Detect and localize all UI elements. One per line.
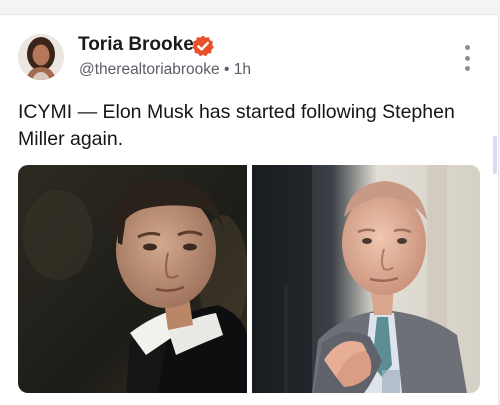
scrollbar-thumb[interactable]: [493, 136, 497, 174]
more-dot-icon: [464, 45, 470, 50]
verified-badge-icon: [192, 35, 214, 57]
post-timestamp[interactable]: 1h: [234, 61, 251, 78]
author-name[interactable]: Toria Brooke: [78, 34, 194, 56]
more-dot-icon: [464, 55, 470, 61]
post-body-text: ICYMI — Elon Musk has started following …: [18, 101, 455, 150]
man-in-tuxedo-photo: [18, 165, 248, 393]
post-media-grid: [18, 165, 480, 393]
meta-separator: •: [224, 61, 230, 78]
man-in-suit-clapping-photo: [252, 165, 480, 393]
more-dot-icon: [464, 66, 470, 71]
more-options-button[interactable]: [459, 45, 475, 71]
post-card: Toria Brooke @therealtoriabrooke • 1h IC…: [0, 14, 499, 405]
author-avatar[interactable]: [18, 34, 64, 80]
post-image-stephen-miller[interactable]: [252, 165, 480, 393]
post-image-elon-musk[interactable]: [18, 165, 248, 393]
avatar-image: [18, 34, 64, 80]
post-meta: @therealtoriabrooke • 1h: [79, 61, 251, 79]
author-handle[interactable]: @therealtoriabrooke: [79, 61, 220, 78]
